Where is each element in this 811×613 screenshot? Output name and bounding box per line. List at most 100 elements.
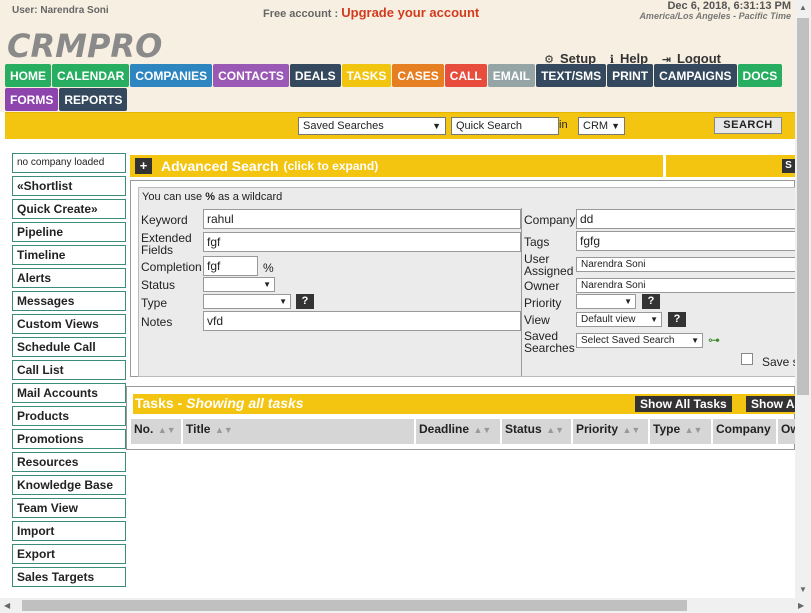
completion-input[interactable]: fgf	[203, 256, 258, 276]
advanced-search-panel: You can use % as a wildcard Keyword rahu…	[130, 180, 800, 377]
nav-companies-button[interactable]: COMPANIES	[130, 64, 213, 87]
nav-print-button[interactable]: PRINT	[607, 64, 654, 87]
free-account-label: Free account :	[263, 8, 342, 20]
tags-input[interactable]: fgfg	[576, 231, 800, 251]
column-header-status[interactable]: Status ▲▼	[502, 419, 571, 444]
view-select[interactable]: Default view ▼	[576, 312, 662, 327]
saved-search-select[interactable]: Select Saved Search ▼	[576, 333, 703, 348]
quick-search-input[interactable]: Quick Search	[451, 117, 559, 135]
view-help-button[interactable]: ?	[668, 312, 686, 327]
horizontal-scrollbar[interactable]: ◀ ▶	[0, 598, 811, 613]
column-header-priority[interactable]: Priority ▲▼	[573, 419, 648, 444]
view-label: View	[524, 313, 550, 327]
column-header-no[interactable]: No. ▲▼	[131, 419, 181, 444]
advanced-search-header[interactable]: + Advanced Search (click to expand)	[130, 155, 663, 177]
horizontal-scroll-thumb[interactable]	[22, 600, 687, 611]
saved-searches-select[interactable]: Saved Searches ▼	[298, 117, 446, 135]
user-assigned-select[interactable]: Narendra Soni	[576, 257, 800, 272]
priority-help-button[interactable]: ?	[642, 294, 660, 309]
nav-text-sms-button[interactable]: TEXT/SMS	[536, 64, 607, 87]
sidebar-item-team-view[interactable]: Team View	[12, 498, 126, 518]
scroll-left-icon[interactable]: ◀	[4, 601, 10, 610]
nav-call-button[interactable]: CALL	[444, 64, 487, 87]
vertical-scroll-thumb[interactable]	[797, 18, 809, 395]
sort-icon[interactable]: ▲▼	[682, 425, 703, 435]
sidebar-item-custom-views[interactable]: Custom Views	[12, 314, 126, 334]
sidebar-item-call-list[interactable]: Call List	[12, 360, 126, 380]
keyword-label: Keyword	[141, 213, 188, 227]
sort-icon[interactable]: ▲▼	[544, 425, 564, 435]
company-input[interactable]: dd	[576, 209, 800, 229]
sidebar-item-pipeline[interactable]: Pipeline	[12, 222, 126, 242]
column-header-company[interactable]: Company	[713, 419, 776, 444]
scroll-down-icon[interactable]: ▼	[799, 585, 807, 594]
sort-icon[interactable]: ▲▼	[155, 425, 176, 435]
sort-icon[interactable]: ▲▼	[471, 425, 492, 435]
search-button[interactable]: SEARCH	[714, 117, 782, 134]
nav-email-button[interactable]: EMAIL	[487, 64, 536, 87]
nav-contacts-button[interactable]: CONTACTS	[213, 64, 289, 87]
owner-select[interactable]: Narendra Soni	[576, 278, 800, 293]
column-header-ow[interactable]: Ow	[778, 419, 795, 444]
nav-campaigns-button[interactable]: CAMPAIGNS	[654, 64, 737, 87]
scroll-right-icon[interactable]: ▶	[798, 601, 804, 610]
wildcard-hint: You can use % as a wildcard	[142, 191, 282, 203]
nav-cases-button[interactable]: CASES	[392, 64, 444, 87]
search-scope-value: CRM	[583, 120, 609, 132]
sidebar-item-messages[interactable]: Messages	[12, 291, 126, 311]
status-label: Status	[141, 278, 176, 292]
sidebar-item-promotions[interactable]: Promotions	[12, 429, 126, 449]
wildcard-hint-post: as a wildcard	[214, 191, 283, 203]
status-select[interactable]: ▼	[203, 277, 275, 292]
sidebar-item-products[interactable]: Products	[12, 406, 126, 426]
sidebar-item-resources[interactable]: Resources	[12, 452, 126, 472]
expand-icon[interactable]: +	[135, 158, 152, 174]
sidebar-item-timeline[interactable]: Timeline	[12, 245, 126, 265]
nav-tasks-button[interactable]: TASKS	[341, 64, 392, 87]
sidebar-item-knowledge-base[interactable]: Knowledge Base	[12, 475, 126, 495]
sort-icon[interactable]: ▲▼	[620, 425, 641, 435]
save-search-checkbox[interactable]	[741, 353, 753, 365]
wildcard-symbol: %	[205, 191, 215, 203]
nav-reports-button[interactable]: REPORTS	[59, 88, 128, 111]
column-header-title[interactable]: Title ▲▼	[183, 419, 414, 444]
sidebar-item-quick-create[interactable]: Quick Create»	[12, 199, 126, 219]
search-scope-select[interactable]: CRM ▼	[578, 117, 625, 135]
sidebar-item-shortlist[interactable]: «Shortlist	[12, 176, 126, 196]
notes-input[interactable]: vfd	[203, 311, 521, 331]
nav-forms-button[interactable]: FORMS	[5, 88, 59, 111]
sidebar-item-mail-accounts[interactable]: Mail Accounts	[12, 383, 126, 403]
column-header-label: Status	[505, 422, 542, 436]
show-a-button[interactable]: Show A	[746, 396, 800, 412]
sidebar-item-schedule-call[interactable]: Schedule Call	[12, 337, 126, 357]
sidebar-item-sales-targets[interactable]: Sales Targets	[12, 567, 126, 587]
pin-icon[interactable]: ⊶	[708, 333, 720, 347]
extended-fields-input[interactable]: fgf	[203, 232, 521, 252]
nav-calendar-button[interactable]: CALENDAR	[52, 64, 130, 87]
priority-select[interactable]: ▼	[576, 294, 636, 309]
upgrade-link[interactable]: Upgrade your account	[341, 5, 479, 20]
vertical-scrollbar[interactable]: ▲ ▼	[795, 0, 811, 598]
tasks-title-text: Tasks -	[135, 395, 187, 411]
sidebar-item-alerts[interactable]: Alerts	[12, 268, 126, 288]
nav-deals-button[interactable]: DEALS	[289, 64, 341, 87]
save-button[interactable]: S	[782, 159, 795, 173]
chevron-down-icon: ▼	[432, 121, 441, 131]
show-all-tasks-button[interactable]: Show All Tasks	[635, 396, 732, 412]
sidebar-item-export[interactable]: Export	[12, 544, 126, 564]
chevron-down-icon: ▼	[263, 280, 271, 289]
type-help-button[interactable]: ?	[296, 294, 314, 309]
advanced-search-hint: (click to expand)	[283, 159, 379, 173]
sidebar: no company loaded «Shortlist Quick Create…	[12, 153, 126, 590]
scroll-up-icon[interactable]: ▲	[799, 3, 807, 12]
type-select[interactable]: ▼	[203, 294, 291, 309]
column-header-label: Ow	[781, 422, 795, 436]
advanced-search-form: You can use % as a wildcard Keyword rahu…	[138, 187, 800, 377]
sidebar-item-import[interactable]: Import	[12, 521, 126, 541]
sort-icon[interactable]: ▲▼	[212, 425, 233, 435]
column-header-deadline[interactable]: Deadline ▲▼	[416, 419, 500, 444]
keyword-input[interactable]: rahul	[203, 209, 521, 229]
nav-docs-button[interactable]: DOCS	[737, 64, 783, 87]
nav-home-button[interactable]: HOME	[5, 64, 51, 87]
column-header-type[interactable]: Type ▲▼	[650, 419, 711, 444]
